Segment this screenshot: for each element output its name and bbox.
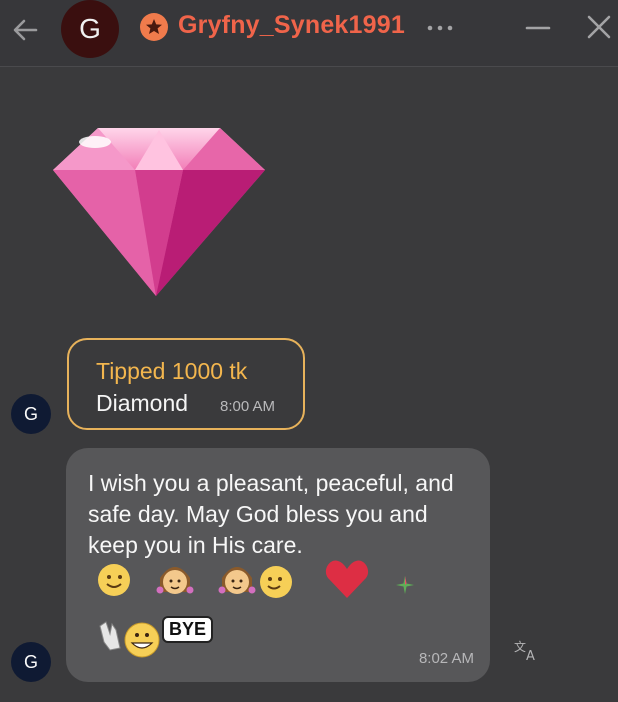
heart-emoji-icon	[325, 560, 369, 598]
svg-text:文: 文	[514, 639, 526, 654]
sender-avatar[interactable]: G	[11, 394, 51, 434]
more-dots-icon[interactable]	[424, 14, 456, 42]
timestamp: 8:00 AM	[220, 398, 276, 415]
svg-text:A: A	[526, 649, 535, 662]
waving-smile-icon	[99, 621, 160, 658]
back-arrow-icon[interactable]	[10, 14, 42, 46]
username[interactable]: Gryfny_Synek1991	[178, 11, 405, 40]
timestamp: 8:02 AM	[418, 650, 474, 667]
tip-amount: Tipped 1000 tk	[96, 358, 248, 384]
girl-emoji-icon	[156, 567, 194, 594]
emoji-row	[96, 558, 426, 608]
translate-icon[interactable]: 文 A	[512, 638, 542, 662]
avatar[interactable]: G	[61, 0, 119, 58]
chat-header: G Gryfny_Synek1991	[0, 0, 618, 67]
bye-label: BYE	[162, 616, 214, 643]
message-text: I wish you a pleasant, peaceful, and saf…	[88, 470, 454, 558]
sender-avatar[interactable]: G	[11, 642, 51, 682]
diamond-sticker	[53, 128, 265, 296]
minimize-icon[interactable]	[524, 14, 552, 42]
slight-smile-emoji-icon	[98, 564, 130, 596]
star-badge-icon	[140, 13, 168, 41]
gift-name: Diamond	[96, 390, 189, 416]
text-message-bubble[interactable]: I wish you a pleasant, peaceful, and saf…	[66, 448, 490, 682]
bye-sticker: BYE	[94, 614, 234, 660]
girl-emoji-icon	[218, 567, 256, 594]
close-icon[interactable]	[584, 12, 614, 42]
tip-message-bubble[interactable]: Tipped 1000 tk Diamond 8:00 AM	[67, 338, 305, 430]
sparkle-emoji-icon	[396, 576, 414, 594]
slight-smile-emoji-icon	[260, 566, 292, 598]
